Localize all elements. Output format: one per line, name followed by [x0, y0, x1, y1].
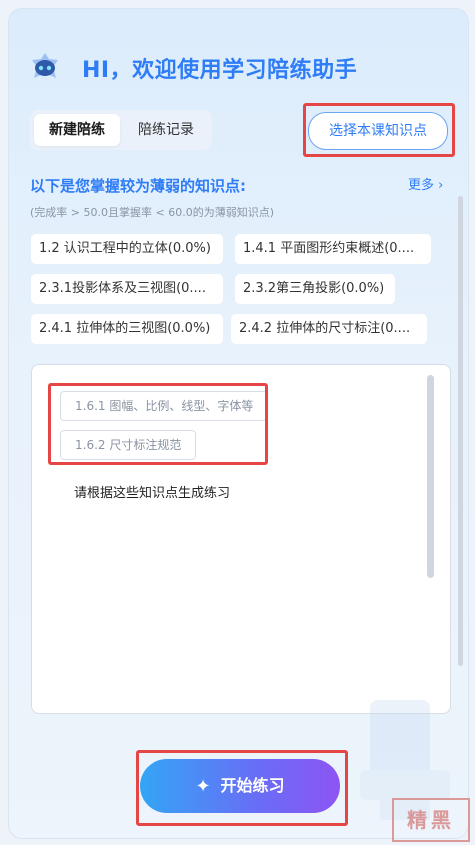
sparkle-icon: ✦ — [195, 776, 211, 797]
weak-point-chip[interactable]: 2.4.2 拉伸体的尺寸标注(0.... — [231, 314, 427, 344]
weak-point-chip[interactable]: 2.4.1 拉伸体的三视图(0.0%) — [31, 314, 223, 344]
more-link[interactable]: 更多 › — [408, 174, 443, 193]
more-label: 更多 — [408, 178, 435, 193]
select-knowledge-points-button[interactable]: 选择本课知识点 — [308, 112, 448, 150]
tab-new-practice[interactable]: 新建陪练 — [34, 114, 120, 146]
tab-practice-history[interactable]: 陪练记录 — [124, 114, 208, 146]
panel-scrollbar[interactable] — [458, 196, 463, 666]
input-scrollbar[interactable] — [427, 375, 434, 578]
weak-points-title: 以下是您掌握较为薄弱的知识点: — [30, 177, 247, 195]
chevron-right-icon: › — [438, 178, 444, 193]
start-practice-button[interactable]: ✦ 开始练习 — [140, 759, 340, 813]
greeting-title: HI，欢迎使用学习陪练助手 — [82, 58, 358, 83]
weak-point-chip[interactable]: 2.3.1投影体系及三视图(0.... — [31, 274, 223, 304]
prompt-text: 请根据这些知识点生成练习 — [74, 486, 231, 501]
watermark-stamp: 精黑 — [392, 798, 470, 842]
weak-point-chip[interactable]: 1.2 认识工程中的立体(0.0%) — [31, 234, 223, 264]
start-practice-label: 开始练习 — [220, 776, 285, 795]
weak-point-chip[interactable]: 2.3.2第三角投影(0.0%) — [235, 274, 395, 304]
tab-bar: 新建陪练 陪练记录 — [30, 110, 212, 150]
robot-assistant-icon — [32, 53, 58, 78]
weak-points-criteria: (完成率 > 50.0且掌握率 < 60.0的为薄弱知识点) — [30, 206, 274, 219]
weak-point-chip[interactable]: 1.4.1 平面图形约束概述(0.... — [235, 234, 431, 264]
selected-knowledge-tag[interactable]: 1.6.1 图幅、比例、线型、字体等 — [60, 391, 269, 421]
selected-knowledge-tag[interactable]: 1.6.2 尺寸标注规范 — [60, 430, 197, 460]
